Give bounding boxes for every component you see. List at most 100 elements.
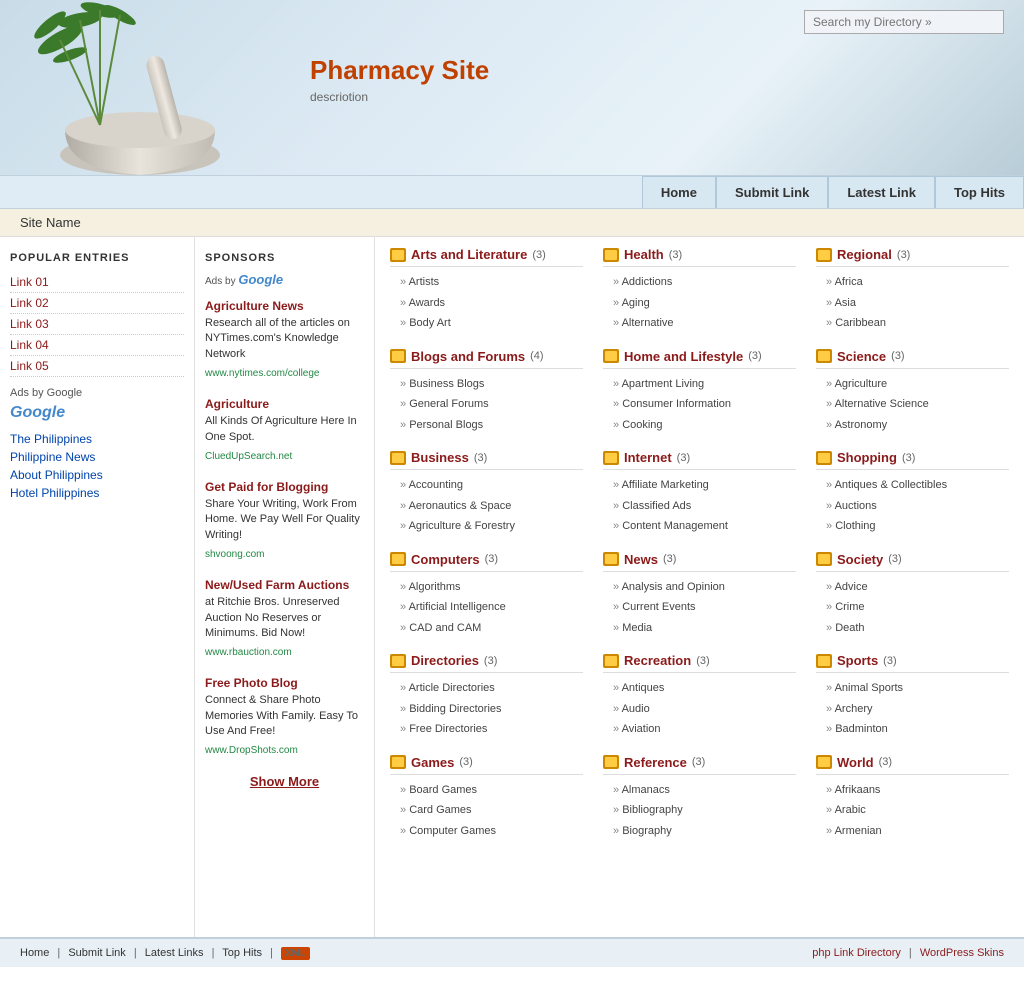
category-sub-link[interactable]: Audio (603, 699, 796, 720)
category-sub-link[interactable]: Aging (603, 293, 796, 314)
category-sub-link[interactable]: Africa (816, 272, 1009, 293)
category-sub-link[interactable]: Card Games (390, 800, 583, 821)
popular-link-item[interactable]: Link 01 (10, 272, 184, 293)
category-sub-link[interactable]: Bibliography (603, 800, 796, 821)
category-sub-link[interactable]: Auctions (816, 496, 1009, 517)
category-sub-link[interactable]: Analysis and Opinion (603, 577, 796, 598)
category-sub-link[interactable]: Content Management (603, 516, 796, 537)
category-sub-link[interactable]: Media (603, 618, 796, 639)
category-sub-link[interactable]: Personal Blogs (390, 415, 583, 436)
category-sub-link[interactable]: Armenian (816, 821, 1009, 842)
popular-link-item[interactable]: Link 03 (10, 314, 184, 335)
category-sub-link[interactable]: Artists (390, 272, 583, 293)
category-title-link[interactable]: Science (3) (816, 349, 1009, 369)
category-sub-link[interactable]: Archery (816, 699, 1009, 720)
category-sub-link[interactable]: Antiques & Collectibles (816, 475, 1009, 496)
footer-latest-links[interactable]: Latest Links (145, 947, 204, 959)
category-sub-link[interactable]: CAD and CAM (390, 618, 583, 639)
category-sub-link[interactable]: Article Directories (390, 678, 583, 699)
category-title-link[interactable]: Arts and Literature (3) (390, 247, 583, 267)
category-sub-link[interactable]: Alternative (603, 313, 796, 334)
footer-home-link[interactable]: Home (20, 947, 49, 959)
category-sub-link[interactable]: Agriculture (816, 374, 1009, 395)
category-sub-link[interactable]: Agriculture & Forestry (390, 516, 583, 537)
category-sub-link[interactable]: Afrikaans (816, 780, 1009, 801)
category-sub-link[interactable]: Clothing (816, 516, 1009, 537)
category-sub-link[interactable]: Current Events (603, 597, 796, 618)
category-sub-link[interactable]: Animal Sports (816, 678, 1009, 699)
category-sub-link[interactable]: Asia (816, 293, 1009, 314)
category-sub-link[interactable]: Caribbean (816, 313, 1009, 334)
category-title-link[interactable]: World (3) (816, 755, 1009, 775)
category-sub-link[interactable]: Business Blogs (390, 374, 583, 395)
category-title-link[interactable]: Business (3) (390, 450, 583, 470)
footer-wordpress-skins[interactable]: WordPress Skins (920, 947, 1004, 959)
sponsor-title-link[interactable]: New/Used Farm Auctions (205, 578, 364, 592)
category-title-link[interactable]: News (3) (603, 552, 796, 572)
category-sub-link[interactable]: Almanacs (603, 780, 796, 801)
geo-link-item[interactable]: About Philippines (10, 466, 184, 484)
category-sub-link[interactable]: Antiques (603, 678, 796, 699)
category-sub-link[interactable]: Consumer Information (603, 394, 796, 415)
category-title-link[interactable]: Computers (3) (390, 552, 583, 572)
category-sub-link[interactable]: Bidding Directories (390, 699, 583, 720)
category-sub-link[interactable]: Algorithms (390, 577, 583, 598)
search-input[interactable] (804, 10, 1004, 34)
nav-home[interactable]: Home (642, 176, 716, 208)
category-sub-link[interactable]: General Forums (390, 394, 583, 415)
category-title-link[interactable]: Games (3) (390, 755, 583, 775)
category-title-link[interactable]: Home and Lifestyle (3) (603, 349, 796, 369)
sponsor-title-link[interactable]: Get Paid for Blogging (205, 480, 364, 494)
nav-submit-link[interactable]: Submit Link (716, 176, 828, 208)
category-sub-link[interactable]: Death (816, 618, 1009, 639)
footer-submit-link[interactable]: Submit Link (68, 947, 125, 959)
sponsor-title-link[interactable]: Agriculture (205, 397, 364, 411)
category-title-link[interactable]: Sports (3) (816, 653, 1009, 673)
category-sub-link[interactable]: Classified Ads (603, 496, 796, 517)
category-sub-link[interactable]: Accounting (390, 475, 583, 496)
category-title-link[interactable]: Society (3) (816, 552, 1009, 572)
geo-link-item[interactable]: The Philippines (10, 430, 184, 448)
nav-top-hits[interactable]: Top Hits (935, 176, 1024, 208)
category-sub-link[interactable]: Computer Games (390, 821, 583, 842)
category-sub-link[interactable]: Crime (816, 597, 1009, 618)
geo-link-item[interactable]: Philippine News (10, 448, 184, 466)
category-sub-link[interactable]: Apartment Living (603, 374, 796, 395)
geo-link-item[interactable]: Hotel Philippines (10, 484, 184, 502)
category-sub-link[interactable]: Badminton (816, 719, 1009, 740)
category-sub-link[interactable]: Advice (816, 577, 1009, 598)
category-title-link[interactable]: Blogs and Forums (4) (390, 349, 583, 369)
category-sub-link[interactable]: Biography (603, 821, 796, 842)
category-title-link[interactable]: Directories (3) (390, 653, 583, 673)
category-title-link[interactable]: Recreation (3) (603, 653, 796, 673)
category-sub-link[interactable]: Free Directories (390, 719, 583, 740)
category-sub-link[interactable]: Board Games (390, 780, 583, 801)
footer-top-hits[interactable]: Top Hits (222, 947, 262, 959)
footer: Home | Submit Link | Latest Links | Top … (0, 937, 1024, 967)
footer-php-link-dir[interactable]: php Link Directory (812, 947, 901, 959)
category-title-link[interactable]: Reference (3) (603, 755, 796, 775)
category-sub-link[interactable]: Alternative Science (816, 394, 1009, 415)
show-more-button[interactable]: Show More (205, 774, 364, 789)
popular-link-item[interactable]: Link 04 (10, 335, 184, 356)
category-sub-link[interactable]: Artificial Intelligence (390, 597, 583, 618)
category-sub-link[interactable]: Addictions (603, 272, 796, 293)
sponsor-title-link[interactable]: Agriculture News (205, 299, 364, 313)
category-sub-link[interactable]: Arabic (816, 800, 1009, 821)
category-title-link[interactable]: Internet (3) (603, 450, 796, 470)
category-sub-link[interactable]: Cooking (603, 415, 796, 436)
category-sub-link[interactable]: Astronomy (816, 415, 1009, 436)
category-sub-link[interactable]: Affiliate Marketing (603, 475, 796, 496)
category-sub-link[interactable]: Aviation (603, 719, 796, 740)
sponsor-title-link[interactable]: Free Photo Blog (205, 676, 364, 690)
popular-link-item[interactable]: Link 05 (10, 356, 184, 377)
popular-link-item[interactable]: Link 02 (10, 293, 184, 314)
category-sub-link[interactable]: Body Art (390, 313, 583, 334)
nav-latest-link[interactable]: Latest Link (828, 176, 935, 208)
xml-badge[interactable]: XML (281, 947, 310, 960)
category-title-link[interactable]: Regional (3) (816, 247, 1009, 267)
category-sub-link[interactable]: Awards (390, 293, 583, 314)
category-sub-link[interactable]: Aeronautics & Space (390, 496, 583, 517)
category-title-link[interactable]: Health (3) (603, 247, 796, 267)
category-title-link[interactable]: Shopping (3) (816, 450, 1009, 470)
